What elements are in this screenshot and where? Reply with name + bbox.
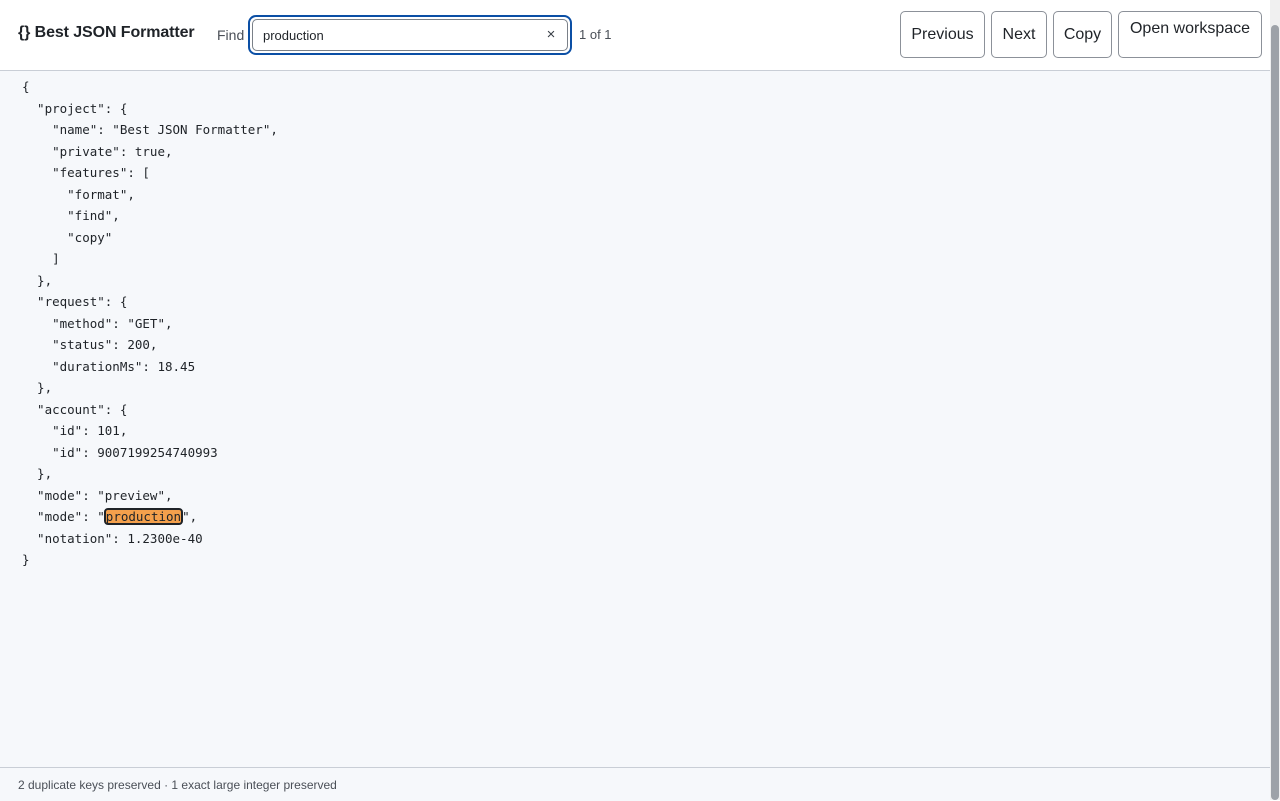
open-workspace-button[interactable]: Open workspace — [1118, 11, 1262, 58]
code-line: }, — [22, 380, 53, 395]
code-line: "format", — [22, 186, 135, 202]
code-line: }, — [22, 466, 53, 481]
code-line: ] — [22, 251, 60, 266]
formatted-json: { "project": { "name": "Best JSON Format… — [22, 76, 278, 571]
code-line: "features": [ — [22, 165, 150, 180]
code-line: "account": { — [22, 401, 128, 417]
code-line: "find", — [22, 208, 120, 223]
copy-button[interactable]: Copy — [1053, 11, 1112, 58]
app-title-text: Best JSON Formatter — [34, 24, 195, 41]
braces-icon: {} — [18, 24, 31, 41]
code-line: "id": 101, — [22, 423, 128, 438]
clear-search-icon[interactable]: × — [542, 24, 560, 44]
code-line: "request": { — [22, 294, 128, 309]
code-line: "project": { — [22, 100, 128, 116]
code-line: "name": "Best JSON Formatter", — [22, 122, 278, 137]
code-line: "mode": "production", — [22, 506, 278, 528]
code-text: "mode": " — [22, 509, 105, 524]
code-line: { — [22, 79, 30, 94]
code-line: "private": true, — [22, 143, 173, 159]
find-field: × — [248, 15, 572, 55]
previous-match-button[interactable]: Previous — [900, 11, 985, 58]
scrollbar-thumb[interactable] — [1271, 25, 1279, 800]
code-line: "mode": "preview", — [22, 487, 173, 503]
status-text: 2 duplicate keys preserved · 1 exact lar… — [18, 778, 337, 792]
vertical-scrollbar[interactable] — [1270, 0, 1280, 800]
status-bar: 2 duplicate keys preserved · 1 exact lar… — [0, 767, 1270, 801]
json-editor[interactable]: { "project": { "name": "Best JSON Format… — [0, 71, 1270, 767]
code-line: "id": 9007199254740993 — [22, 444, 218, 460]
code-line: "method": "GET", — [22, 315, 173, 331]
code-text: ", — [182, 509, 198, 524]
code-line: }, — [22, 272, 53, 288]
toolbar: {} Best JSON Formatter Find × 1 of 1 Pre… — [0, 0, 1270, 71]
code-line: } — [22, 552, 30, 567]
code-line: "status": 200, — [22, 337, 158, 352]
find-label: Find — [217, 27, 245, 43]
code-line: "copy" — [22, 229, 113, 245]
app-title: {} Best JSON Formatter — [18, 24, 195, 42]
code-line: "notation": 1.2300e-40 — [22, 530, 203, 546]
code-line: "durationMs": 18.45 — [22, 358, 196, 374]
match-count: 1 of 1 — [579, 27, 612, 42]
search-match-highlight: production — [103, 508, 184, 525]
find-input[interactable] — [252, 19, 568, 51]
next-match-button[interactable]: Next — [991, 11, 1047, 58]
